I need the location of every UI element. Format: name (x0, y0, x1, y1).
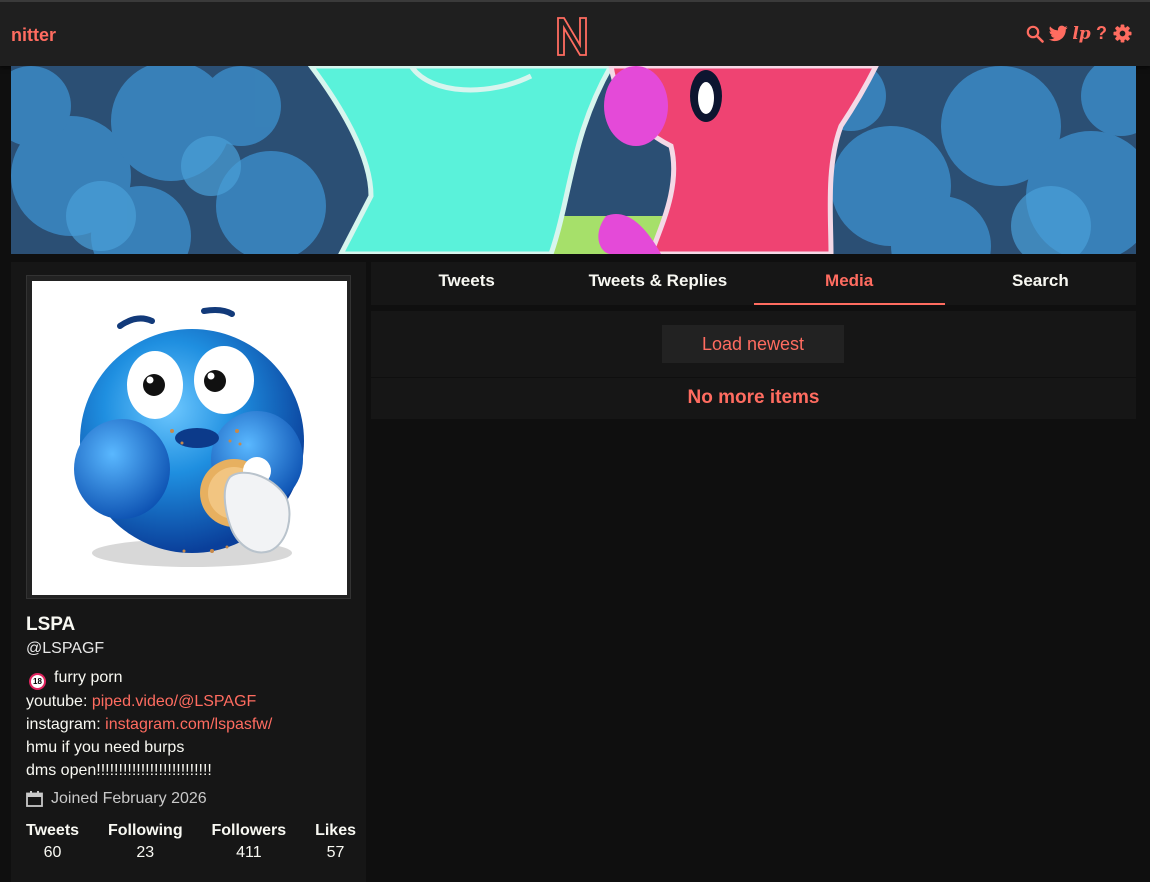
bio-youtube-link[interactable]: piped.video/@LSPAGF (92, 693, 256, 710)
profile-bio: 18 furry porn youtube: piped.video/@LSPAG… (26, 666, 361, 782)
avatar-frame[interactable] (26, 275, 351, 599)
gear-icon[interactable] (1113, 24, 1132, 43)
tab-media[interactable]: Media (753, 262, 946, 305)
timeline-header: Load newest (371, 311, 1136, 377)
stat-label: Tweets (26, 822, 80, 839)
help-icon[interactable]: ? (1095, 23, 1108, 43)
load-newest-button[interactable]: Load newest (662, 325, 844, 363)
profile-card: LSPA @LSPAGF 18 furry porn youtube: piped… (11, 262, 366, 882)
bio-instagram-link[interactable]: instagram.com/lspasfw/ (105, 716, 272, 733)
no-under-18-icon: 18 (29, 673, 46, 690)
lp-icon[interactable]: lp (1072, 24, 1090, 44)
bio-line-2: youtube: piped.video/@LSPAGF (26, 690, 361, 713)
tab-search[interactable]: Search (945, 262, 1136, 305)
tab-tweets-replies[interactable]: Tweets & Replies (562, 262, 753, 305)
stat-likes[interactable]: Likes 57 (315, 822, 356, 862)
timeline-end-message: No more items (371, 378, 1136, 419)
stat-followers[interactable]: Followers 411 (212, 822, 287, 862)
stat-value: 60 (43, 844, 62, 861)
bio-line-5: dms open!!!!!!!!!!!!!!!!!!!!!!!!!! (26, 762, 212, 779)
bio-instagram-prefix: instagram: (26, 716, 106, 733)
stat-label: Followers (211, 822, 287, 839)
stat-value: 57 (326, 844, 345, 861)
navbar: nitter lp ? (0, 0, 1150, 66)
bio-youtube-prefix: youtube: (26, 693, 92, 710)
profile-banner[interactable] (11, 66, 1136, 254)
profile-username[interactable]: @LSPAGF (26, 640, 104, 658)
stat-label: Likes (315, 822, 356, 839)
bio-text-1: furry porn (54, 669, 123, 686)
timeline-tabs: Tweets Tweets & Replies Media Search (371, 262, 1136, 305)
stat-value: 411 (236, 844, 262, 861)
nitter-logo-icon[interactable] (554, 15, 590, 57)
stat-label: Following (107, 822, 183, 839)
stat-following[interactable]: Following 23 (108, 822, 183, 862)
bio-line-4: hmu if you need burps (26, 739, 185, 756)
joined-text: Joined February 2026 (51, 790, 207, 807)
nav-icons: lp ? (1025, 23, 1132, 44)
stat-tweets[interactable]: Tweets 60 (26, 822, 79, 862)
search-icon[interactable] (1025, 24, 1044, 43)
avatar[interactable] (32, 281, 347, 595)
bio-line-3: instagram: instagram.com/lspasfw/ (26, 713, 361, 736)
profile-fullname[interactable]: LSPA (26, 614, 75, 636)
stat-value: 23 (136, 844, 155, 861)
calendar-icon (26, 791, 43, 807)
profile-stats: Tweets 60 Following 23 Followers 411 Lik… (26, 822, 356, 862)
twitter-bird-icon[interactable] (1049, 24, 1068, 43)
bio-line-1: 18 furry porn (26, 666, 361, 690)
tab-tweets[interactable]: Tweets (371, 262, 562, 305)
profile-joindate: Joined February 2026 (26, 790, 207, 808)
site-name-link[interactable]: nitter (11, 25, 56, 46)
